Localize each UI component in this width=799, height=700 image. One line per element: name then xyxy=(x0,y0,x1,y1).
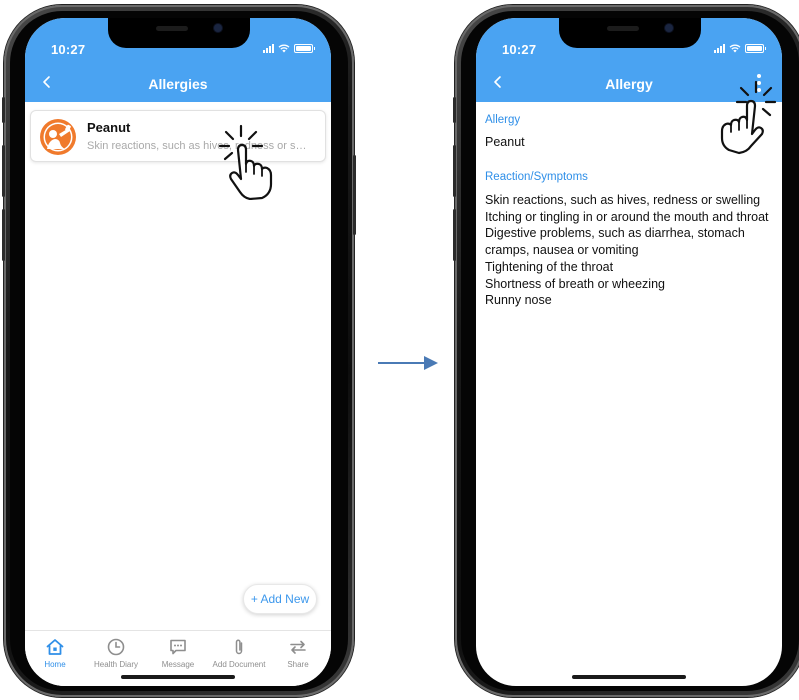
front-camera xyxy=(665,24,673,32)
tab-add-document[interactable]: Add Document xyxy=(209,637,269,669)
phone-notch xyxy=(108,18,250,48)
symptom-item: Runny nose xyxy=(485,293,552,308)
wifi-icon xyxy=(729,44,741,53)
mute-switch xyxy=(453,97,456,123)
paperclip-icon xyxy=(235,639,243,655)
allergy-list-item[interactable]: Peanut Skin reactions, such as hives, re… xyxy=(30,110,326,162)
peanut-avatar-icon xyxy=(40,119,76,155)
volume-up-button xyxy=(453,145,456,197)
allergy-description: Skin reactions, such as hives, redness o… xyxy=(87,140,313,152)
tab-home[interactable]: Home xyxy=(25,637,85,669)
message-icon xyxy=(170,639,186,655)
front-camera xyxy=(214,24,222,32)
tab-health-diary[interactable]: Health Diary xyxy=(86,637,146,669)
home-icon xyxy=(46,639,64,655)
status-time: 10:27 xyxy=(502,42,537,57)
battery-icon xyxy=(745,44,766,53)
page-title: Allergies xyxy=(148,76,208,92)
home-indicator xyxy=(121,675,235,679)
status-time: 10:27 xyxy=(51,42,86,57)
tap-gesture-icon xyxy=(218,124,273,200)
symptom-item: Digestive problems, such as diarrhea, st… xyxy=(485,226,745,258)
status-icons xyxy=(263,44,315,53)
tab-health-diary-label: Health Diary xyxy=(93,660,138,669)
symptom-item: Itching or tingling in or around the mou… xyxy=(485,209,769,224)
power-button xyxy=(353,155,356,235)
battery-icon xyxy=(294,44,315,53)
tab-message-label: Message xyxy=(161,660,195,669)
clock-icon xyxy=(107,638,125,656)
flow-arrow-icon xyxy=(378,356,438,370)
mute-switch xyxy=(2,97,5,123)
share-icon xyxy=(290,640,306,654)
signal-icon xyxy=(263,44,274,53)
tab-message[interactable]: Message xyxy=(148,637,208,669)
add-new-button[interactable]: + Add New xyxy=(243,584,317,614)
tab-add-document-label: Add Document xyxy=(212,660,266,669)
symptom-list: Skin reactions, such as hives, redness o… xyxy=(485,192,775,309)
volume-down-button xyxy=(453,209,456,261)
wifi-icon xyxy=(278,44,290,53)
status-icons xyxy=(714,44,766,53)
volume-down-button xyxy=(2,209,5,261)
tab-share-label: Share xyxy=(287,660,309,669)
symptom-item: Tightening of the throat xyxy=(485,259,614,274)
phone-frame-allergies: 10:27 Allergies Peanut Skin reactions, s… xyxy=(2,5,356,697)
volume-up-button xyxy=(2,145,5,197)
home-indicator xyxy=(572,675,686,679)
reaction-section-label: Reaction/Symptoms xyxy=(485,171,588,183)
signal-icon xyxy=(714,44,725,53)
symptom-item: Skin reactions, such as hives, redness o… xyxy=(485,193,761,207)
tap-gesture-icon xyxy=(720,80,777,155)
tab-home-label: Home xyxy=(44,660,66,669)
symptom-item: Shortness of breath or wheezing xyxy=(485,276,665,291)
tab-share[interactable]: Share xyxy=(268,637,328,669)
allergies-screen: 10:27 Allergies Peanut Skin reactions, s… xyxy=(25,18,331,686)
allergy-name: Peanut xyxy=(87,120,131,135)
phone-notch xyxy=(559,18,701,48)
